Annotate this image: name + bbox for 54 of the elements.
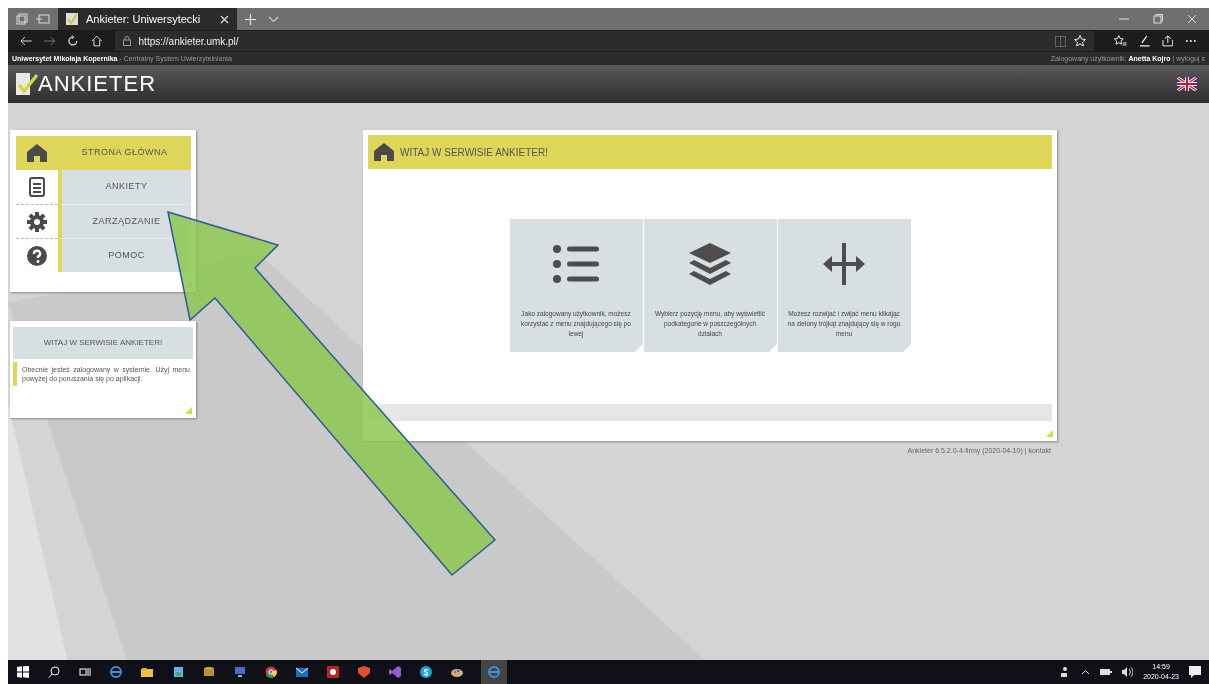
tab-aside-icon[interactable] <box>36 14 50 24</box>
task-view-icon[interactable] <box>78 665 92 679</box>
battery-icon[interactable] <box>1100 668 1113 676</box>
logo-icon <box>16 73 38 95</box>
uk-flag-icon[interactable] <box>1177 77 1197 91</box>
search-icon[interactable] <box>47 665 61 679</box>
volume-icon[interactable] <box>1122 667 1134 677</box>
panel-title: WITAJ W SERWISIE ANKIETER! <box>400 145 548 160</box>
home-icon <box>373 142 395 162</box>
chrome-icon[interactable] <box>264 665 278 679</box>
monitor-icon[interactable] <box>233 665 247 679</box>
browser-tab[interactable]: Ankieter: Uniwersytecki <box>58 8 238 30</box>
layers-icon <box>689 243 731 285</box>
folder-icon[interactable] <box>140 665 154 679</box>
back-icon[interactable] <box>20 36 32 46</box>
share-icon[interactable] <box>1161 35 1174 47</box>
start-icon[interactable] <box>16 665 30 679</box>
settings-icon <box>27 211 47 232</box>
menu-item[interactable]: ANKIETY <box>58 170 191 204</box>
corner-fold-icon <box>634 344 643 352</box>
logo-text: ANKIETER <box>38 73 157 95</box>
corner-fold-icon <box>768 344 777 352</box>
corner-fold-icon <box>902 344 911 352</box>
reading-view-icon[interactable] <box>1055 35 1067 47</box>
pen-icon[interactable] <box>1139 35 1150 47</box>
browser-icon[interactable] <box>109 665 123 679</box>
notifications-icon[interactable] <box>1189 666 1201 678</box>
help-icon <box>27 245 47 266</box>
favorite-star-icon[interactable] <box>1074 35 1087 47</box>
tabs-icon[interactable] <box>16 13 28 25</box>
refresh-icon[interactable] <box>67 35 79 47</box>
home-icon <box>26 143 48 163</box>
database-icon[interactable] <box>202 665 216 679</box>
shield-icon[interactable] <box>357 665 371 679</box>
mail-icon[interactable] <box>295 665 309 679</box>
more-icon[interactable] <box>1185 39 1198 43</box>
restore-icon[interactable] <box>1153 14 1163 24</box>
address-field[interactable]: https://ankieter.umk.pl/ <box>114 31 1095 51</box>
list-icon <box>553 245 599 283</box>
document-icon <box>29 177 45 197</box>
chevron-up-icon[interactable] <box>1081 669 1091 675</box>
info-card-title: WITAJ W SERWISIE ANKIETER! <box>13 327 193 359</box>
lock-icon <box>122 36 131 46</box>
close-icon[interactable] <box>220 14 230 24</box>
skype-icon[interactable] <box>419 665 433 679</box>
chevron-down-icon[interactable] <box>268 15 280 23</box>
favorites-icon[interactable] <box>1114 35 1128 47</box>
visual-studio-icon[interactable] <box>388 665 402 679</box>
home-icon[interactable] <box>90 35 103 47</box>
move-icon <box>823 243 865 285</box>
document-icon[interactable] <box>171 665 185 679</box>
new-tab-icon[interactable] <box>245 13 257 25</box>
app-icon[interactable] <box>326 665 340 679</box>
favicon-icon <box>66 13 78 25</box>
